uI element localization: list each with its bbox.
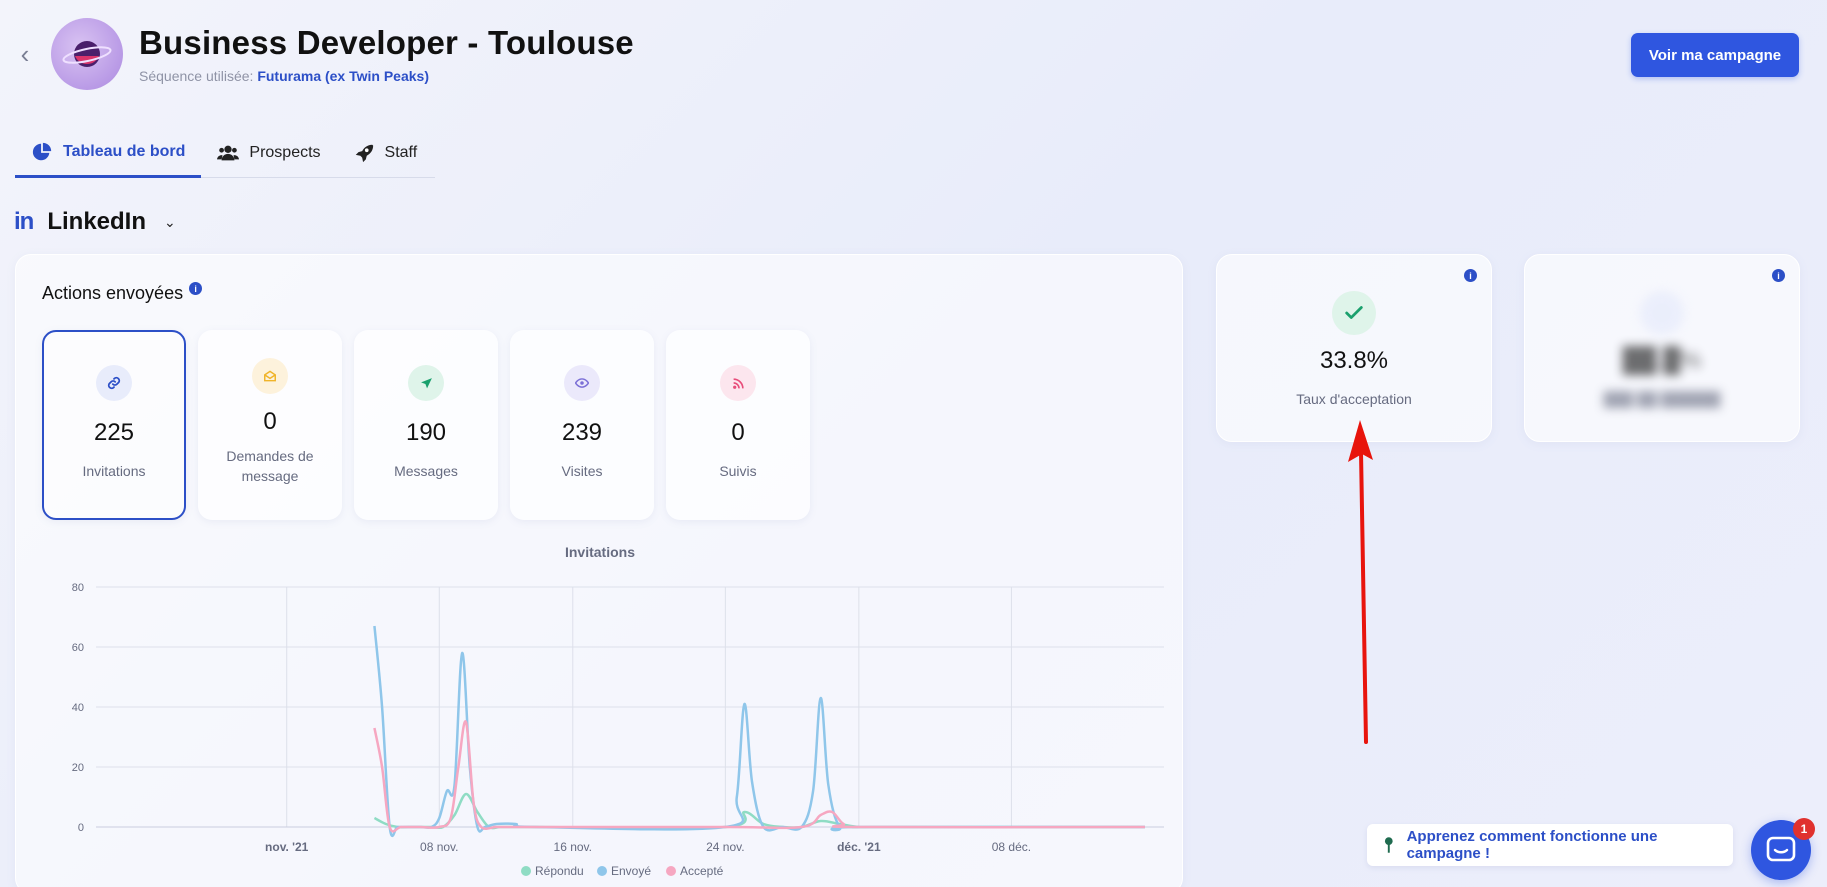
x-tick-label: 24 nov. (706, 840, 744, 854)
tab-label: Prospects (249, 144, 321, 161)
legend-marker (521, 866, 531, 876)
annotation-arrow (1348, 420, 1373, 744)
invitations-chart: 0 20 40 60 80 nov. '21 08 nov. 16 nov. 24 nov. dé… (72, 582, 1164, 878)
pin-icon (1384, 837, 1393, 853)
y-tick-label: 60 (72, 642, 84, 654)
rss-icon (720, 365, 756, 401)
help-text: Apprenez comment fonctionne une campagne… (1406, 828, 1658, 862)
stat-label: Visites (561, 463, 603, 479)
kpi-label: Taux d'acceptation (1296, 391, 1412, 407)
stat-message-requests[interactable]: 0 Demandes de message (198, 330, 342, 520)
page: ‹ Business Developer - Toulouse Séquence… (0, 0, 1827, 887)
stat-follows[interactable]: 0 Suivis (666, 330, 810, 520)
sequence-link[interactable]: Futurama (ex Twin Peaks) (257, 68, 429, 84)
x-tick-label: nov. '21 (265, 840, 309, 854)
y-tick-label: 40 (72, 702, 84, 714)
stat-value: 0 (263, 408, 277, 435)
channel-selector[interactable]: in LinkedIn ⌄ (14, 208, 176, 236)
info-icon[interactable]: i (189, 282, 203, 295)
legend-marker (597, 866, 607, 876)
stat-value: 190 (405, 419, 447, 446)
view-campaign-button[interactable]: Voir ma campagne (1631, 33, 1799, 77)
channel-name: LinkedIn (47, 208, 146, 235)
tab-staff[interactable]: Staff (337, 128, 434, 178)
kpi-label-blurred: ███ ██ ██████ (1603, 391, 1721, 407)
info-icon[interactable]: i (1464, 269, 1477, 282)
pie-chart-icon (32, 142, 52, 160)
series-line (373, 625, 1145, 838)
stat-messages[interactable]: 190 Messages (354, 330, 498, 520)
chart-title: Invitations (564, 544, 635, 560)
users-icon (217, 145, 240, 161)
chat-badge: 1 (1793, 818, 1815, 840)
tab-bar: Tableau de bord Prospects Staff (15, 128, 435, 178)
help-banner[interactable]: Apprenez comment fonctionne une campagne… (1367, 824, 1733, 866)
eye-icon (564, 365, 600, 401)
actions-title: Actions envoyées i (42, 282, 203, 304)
y-tick-label: 80 (72, 582, 84, 594)
stat-value: 225 (93, 419, 135, 446)
reply-icon (1640, 291, 1684, 335)
linkedin-icon: in (14, 208, 34, 235)
link-icon (96, 365, 132, 401)
chevron-down-icon: ⌄ (164, 213, 176, 230)
info-icon[interactable]: i (1772, 269, 1785, 282)
stat-visits[interactable]: 239 Visites (510, 330, 654, 520)
legend-label: Répondu (535, 864, 584, 878)
stat-label: Demandes de message (226, 448, 314, 484)
x-tick-label: 16 nov. (554, 840, 592, 854)
sequence-info: Séquence utilisée: Futurama (ex Twin Pea… (139, 68, 429, 84)
y-tick-label: 0 (78, 822, 84, 834)
legend-label: Accepté (680, 864, 724, 878)
back-chevron-icon[interactable]: ‹ (14, 39, 36, 69)
sequence-label: Séquence utilisée: (139, 68, 254, 84)
x-tick-label: 08 nov. (420, 840, 458, 854)
kpi-value-blurred: ██.█% (1622, 347, 1702, 374)
rocket-icon (355, 144, 373, 163)
y-tick-label: 20 (72, 762, 84, 774)
page-title: Business Developer - Toulouse (139, 24, 634, 61)
kpi-reply-rate: i ██.█% ███ ██ ██████ (1524, 254, 1800, 442)
send-icon (408, 365, 444, 401)
actions-title-text: Actions envoyées (42, 283, 184, 303)
envelope-icon (252, 358, 288, 394)
tab-prospects[interactable]: Prospects (201, 128, 336, 178)
stat-label: Messages (394, 463, 458, 479)
tab-label: Staff (384, 144, 418, 161)
tab-label: Tableau de bord (63, 142, 186, 160)
stat-invitations[interactable]: 225 Invitations (42, 330, 186, 520)
tab-dashboard[interactable]: Tableau de bord (15, 128, 202, 178)
stat-value: 239 (561, 419, 603, 446)
stat-value: 0 (731, 419, 745, 446)
stat-label: Invitations (82, 463, 146, 479)
legend-label: Envoyé (611, 864, 651, 878)
legend-marker (666, 866, 676, 876)
stat-label: Suivis (719, 463, 757, 479)
actions-card: Actions envoyées i 225 Invitations 0 Dem… (15, 254, 1183, 887)
chat-icon (1766, 836, 1796, 862)
x-tick-label: déc. '21 (837, 840, 881, 854)
kpi-value: 33.8% (1319, 347, 1389, 374)
check-icon (1332, 291, 1376, 335)
series-line (373, 792, 1145, 830)
x-tick-label: 08 déc. (992, 840, 1031, 854)
campaign-avatar (51, 18, 123, 90)
